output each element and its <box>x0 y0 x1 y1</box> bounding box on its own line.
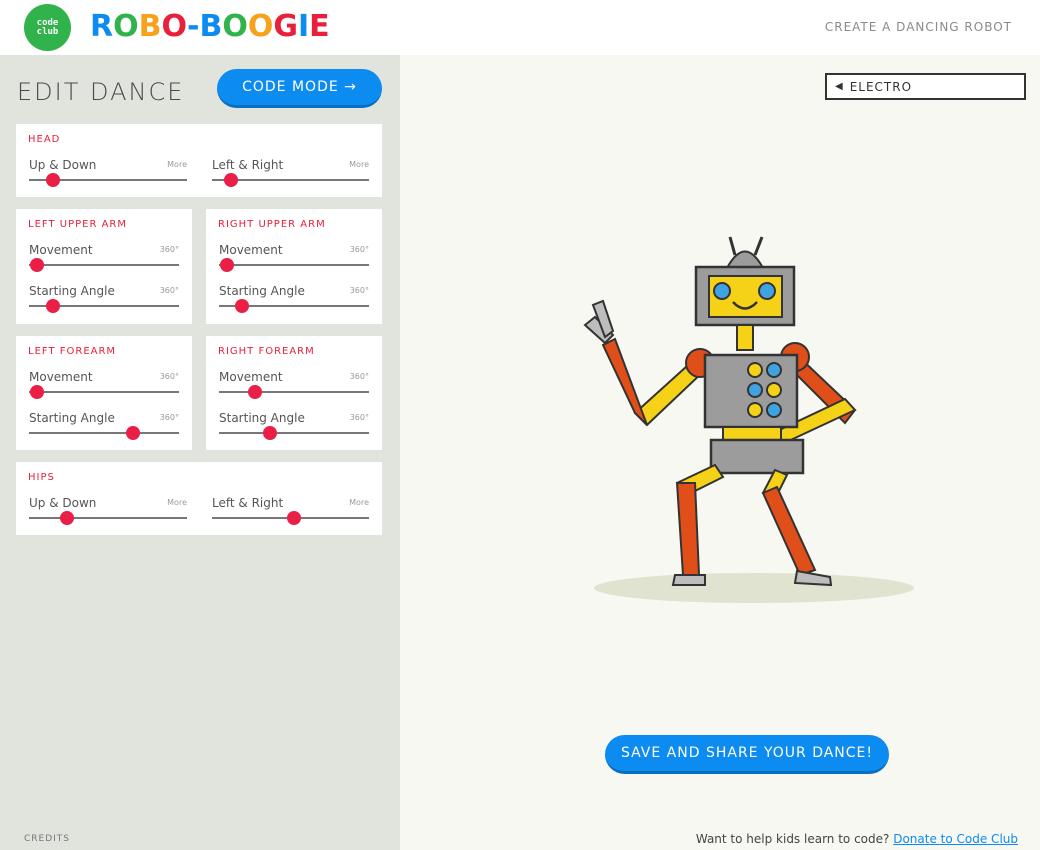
head-updown-slider[interactable]: Up & Down More <box>29 158 187 188</box>
brand-letter: G <box>273 9 298 44</box>
slider-knob[interactable] <box>223 173 238 187</box>
brand-letter: B <box>138 9 162 44</box>
code-club-logo[interactable]: code club <box>24 4 71 51</box>
slider-knob[interactable] <box>248 385 262 399</box>
section-title: HEAD <box>28 134 61 145</box>
donate-link[interactable]: Donate to Code Club <box>893 832 1018 846</box>
left-forearm-start-slider[interactable]: Starting Angle 360° <box>29 411 179 441</box>
donate-text: Want to help kids learn to code? <box>695 832 890 846</box>
slider-note: 360° <box>349 413 369 422</box>
hips-leftright-slider[interactable]: Left & Right More <box>212 496 369 526</box>
left-upper-arm-section: LEFT UPPER ARM Movement 360° Starting An… <box>16 209 192 324</box>
slider-label: Starting Angle <box>29 284 115 298</box>
slider-track[interactable] <box>29 432 179 434</box>
section-title: RIGHT FOREARM <box>218 346 315 357</box>
head-leftright-slider[interactable]: Left & Right More <box>212 158 369 188</box>
right-forearm-start-slider[interactable]: Starting Angle 360° <box>219 411 369 441</box>
slider-knob[interactable] <box>45 173 60 187</box>
hips-section: HIPS Up & Down More Left & Right More <box>16 462 382 535</box>
slider-label: Left & Right <box>212 496 284 510</box>
robo-boogie-logo[interactable]: ROBO-BOOGIE <box>90 8 330 46</box>
slider-label: Up & Down <box>29 158 97 172</box>
slider-note: 360° <box>159 286 179 295</box>
brand-letter: O <box>222 9 248 44</box>
slider-note: More <box>349 160 369 169</box>
left-upper-arm-movement-slider[interactable]: Movement 360° <box>29 243 179 273</box>
left-forearm-movement-slider[interactable]: Movement 360° <box>29 370 179 400</box>
brand-letter: O <box>161 9 188 44</box>
logo-line-2: club <box>36 26 59 37</box>
brand-letter: O <box>113 9 139 44</box>
right-forearm-section: RIGHT FOREARM Movement 360° Starting Ang… <box>206 336 382 450</box>
stage: ◀ ELECTRO SAVE AND SHARE YOUR DANCE! Wan… <box>400 55 1040 850</box>
code-mode-button[interactable]: CODE MODE → <box>217 69 382 108</box>
slider-label: Starting Angle <box>29 411 115 425</box>
slider-note: 360° <box>349 372 369 381</box>
slider-track[interactable] <box>29 517 187 519</box>
edit-dance-title: EDIT DANCE <box>17 78 185 106</box>
brand-letter: O <box>247 9 274 44</box>
slider-label: Movement <box>219 370 283 384</box>
slider-knob[interactable] <box>29 258 44 272</box>
section-title: LEFT FOREARM <box>28 346 117 357</box>
right-upper-arm-movement-slider[interactable]: Movement 360° <box>219 243 369 273</box>
right-upper-arm-start-slider[interactable]: Starting Angle 360° <box>219 284 369 314</box>
head-section: HEAD Up & Down More Left & Right More <box>16 124 382 197</box>
slider-note: More <box>167 498 187 507</box>
slider-track[interactable] <box>219 391 369 393</box>
brand-letter: I <box>298 9 310 44</box>
slider-track[interactable] <box>219 432 369 434</box>
robot-hips <box>709 438 805 475</box>
left-upper-arm-start-slider[interactable]: Starting Angle 360° <box>29 284 179 314</box>
slider-note: 360° <box>349 286 369 295</box>
slider-knob[interactable] <box>286 511 301 525</box>
slider-label: Starting Angle <box>219 411 305 425</box>
slider-label: Up & Down <box>29 496 97 510</box>
slider-label: Movement <box>29 243 93 257</box>
edit-panel: EDIT DANCE CODE MODE → HEAD Up & Down Mo… <box>0 55 400 850</box>
music-selector[interactable]: ◀ ELECTRO <box>825 73 1026 100</box>
slider-note: 360° <box>349 245 369 254</box>
brand-letter: E <box>309 9 330 44</box>
slider-label: Starting Angle <box>219 284 305 298</box>
slider-knob[interactable] <box>46 299 60 313</box>
slider-note: More <box>349 498 369 507</box>
slider-track[interactable] <box>219 264 369 266</box>
left-forearm-section: LEFT FOREARM Movement 360° Starting Angl… <box>16 336 192 450</box>
slider-label: Movement <box>219 243 283 257</box>
slider-knob[interactable] <box>29 385 44 399</box>
slider-knob[interactable] <box>59 511 74 525</box>
tagline: CREATE A DANCING ROBOT <box>824 20 1012 34</box>
save-share-button[interactable]: SAVE AND SHARE YOUR DANCE! <box>605 735 889 774</box>
robot-shadow <box>594 573 914 603</box>
section-title: LEFT UPPER ARM <box>28 219 127 230</box>
slider-track[interactable] <box>29 391 179 393</box>
right-upper-arm-section: RIGHT UPPER ARM Movement 360° Starting A… <box>206 209 382 324</box>
slider-note: 360° <box>159 372 179 381</box>
header: code club ROBO-BOOGIE CREATE A DANCING R… <box>0 0 1040 55</box>
slider-knob[interactable] <box>219 258 234 272</box>
slider-track[interactable] <box>29 264 179 266</box>
slider-note: 360° <box>159 245 179 254</box>
credits-link[interactable]: CREDITS <box>24 834 70 844</box>
section-title: HIPS <box>28 472 55 483</box>
dancing-robot <box>583 236 914 603</box>
slider-note: 360° <box>159 413 179 422</box>
music-label: ELECTRO <box>849 79 913 94</box>
slider-knob[interactable] <box>263 426 277 440</box>
slider-label: Left & Right <box>212 158 284 172</box>
brand-letter: R <box>90 9 114 44</box>
hips-updown-slider[interactable]: Up & Down More <box>29 496 187 526</box>
slider-knob[interactable] <box>125 426 140 440</box>
brand-letter: B <box>199 9 223 44</box>
section-title: RIGHT UPPER ARM <box>218 219 326 230</box>
slider-note: More <box>167 160 187 169</box>
donate-footer: Want to help kids learn to code? Donate … <box>696 832 1018 846</box>
slider-knob[interactable] <box>234 299 249 313</box>
speaker-icon: ◀ <box>835 81 844 92</box>
brand-letter: - <box>187 9 200 44</box>
right-forearm-movement-slider[interactable]: Movement 360° <box>219 370 369 400</box>
slider-label: Movement <box>29 370 93 384</box>
